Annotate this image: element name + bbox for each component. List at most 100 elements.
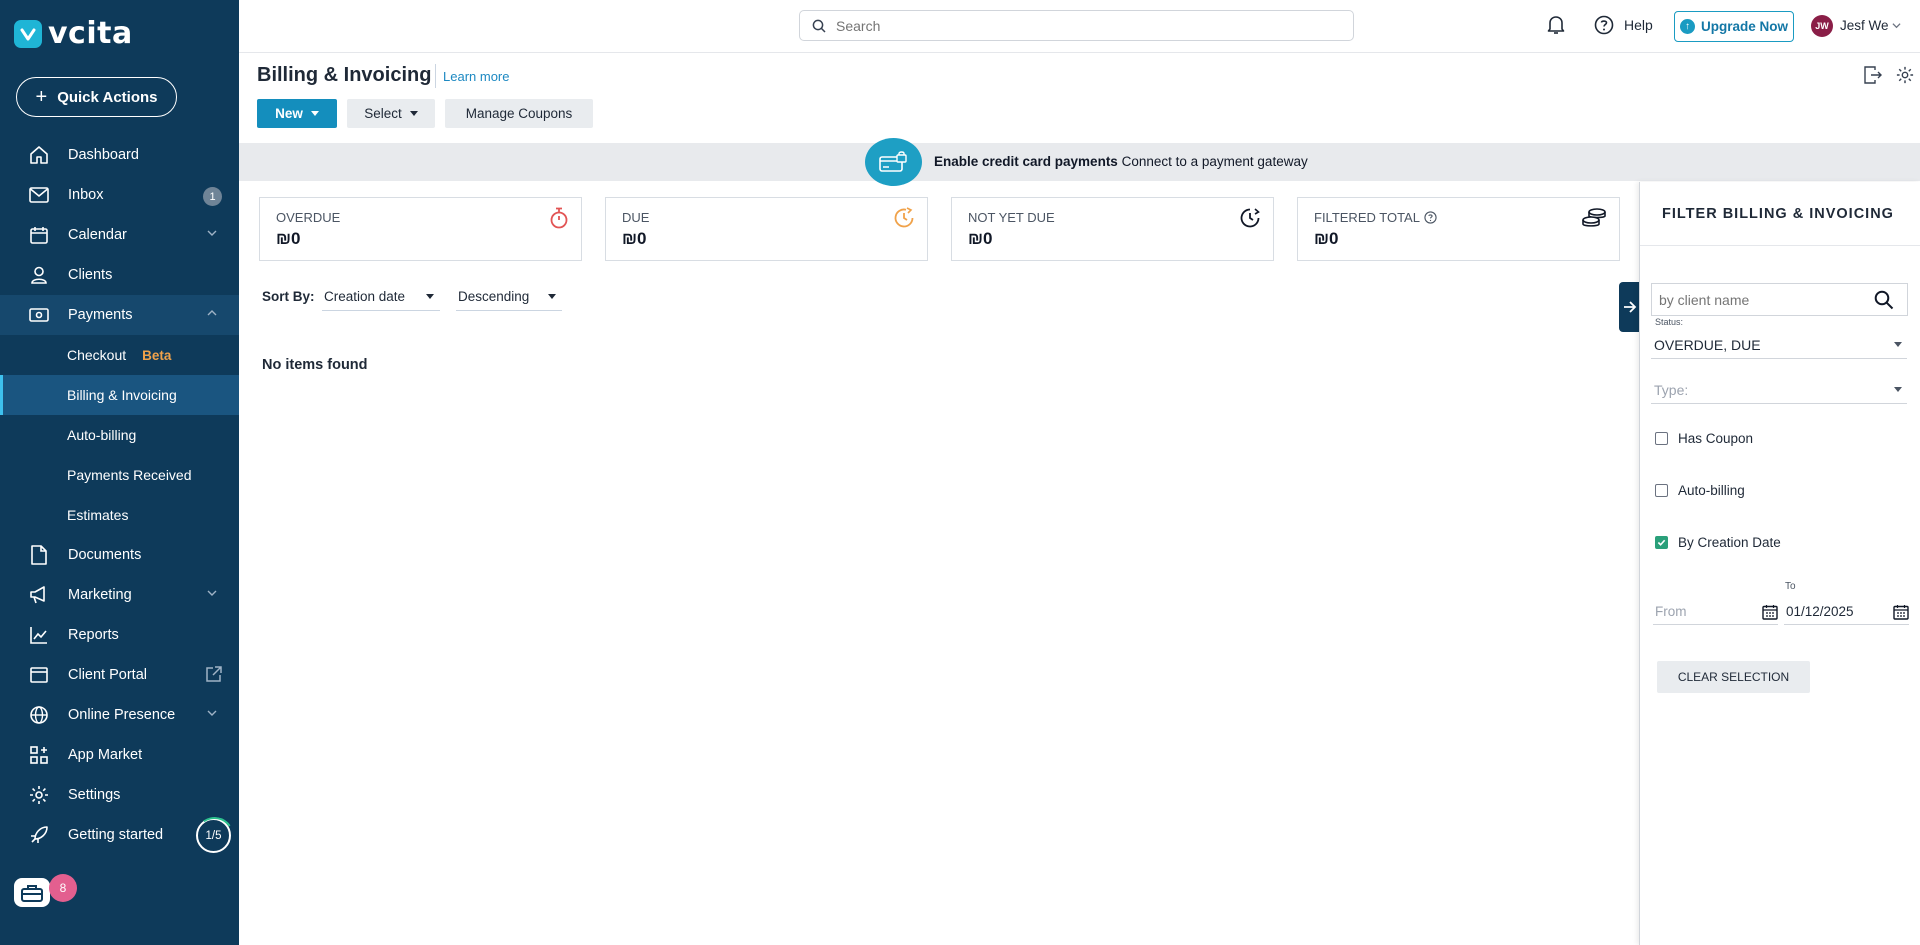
upgrade-now-button[interactable]: ↑ Upgrade Now [1674, 11, 1794, 42]
sidebar-subitem-auto-billing[interactable]: Auto-billing [0, 415, 239, 455]
search-input[interactable] [836, 17, 1316, 34]
to-date-field[interactable]: 01/12/2025 [1784, 599, 1909, 625]
mail-icon [28, 184, 50, 206]
coins-icon [1582, 208, 1606, 227]
quick-actions-button[interactable]: + Quick Actions [16, 77, 177, 117]
sidebar-subitem-estimates[interactable]: Estimates [0, 495, 239, 535]
bell-icon[interactable] [1547, 15, 1565, 35]
beta-tag: Beta [142, 347, 172, 363]
sidebar-item-documents[interactable]: Documents [0, 535, 239, 575]
search-icon [812, 19, 826, 33]
clear-selection-button[interactable]: CLEAR SELECTION [1657, 661, 1810, 693]
card-label-row: FILTERED TOTAL [1314, 210, 1603, 225]
manage-coupons-label: Manage Coupons [465, 106, 573, 121]
plus-icon: + [35, 86, 48, 108]
chevron-down-icon[interactable] [207, 708, 217, 718]
rocket-icon [28, 824, 50, 846]
logo-mark-icon [14, 19, 42, 48]
sidebar-item-label: Client Portal [68, 667, 147, 683]
calendar-icon[interactable] [1762, 604, 1778, 620]
sort-order-dropdown[interactable]: Descending [456, 283, 562, 311]
sidebar-item-app-market[interactable]: App Market [0, 735, 239, 775]
checkbox-box[interactable] [1655, 432, 1668, 445]
caret-down-icon [310, 111, 319, 116]
vcita-logo[interactable]: vcita [14, 16, 133, 51]
card-value: ₪0 [622, 229, 647, 248]
sidebar-item-client-portal[interactable]: Client Portal [0, 655, 239, 695]
by-creation-date-checkbox[interactable]: By Creation Date [1655, 535, 1781, 550]
overdue-card[interactable]: OVERDUE ₪0 [259, 197, 582, 261]
select-button[interactable]: Select [347, 99, 435, 128]
chevron-down-icon[interactable] [207, 588, 217, 598]
new-button[interactable]: New [257, 99, 337, 128]
client-name-input[interactable] [1659, 291, 1874, 308]
sidebar-subitem-billing-invoicing[interactable]: Billing & Invoicing [0, 375, 239, 415]
auto-billing-checkbox[interactable]: Auto-billing [1655, 483, 1745, 498]
quick-actions-label: Quick Actions [57, 88, 158, 106]
status-value: OVERDUE, DUE [1654, 336, 1761, 353]
avatar[interactable]: JW [1811, 15, 1833, 37]
checkbox-checked[interactable] [1655, 536, 1668, 549]
user-menu[interactable]: Jesf We [1840, 18, 1901, 33]
caret-down-icon [548, 294, 556, 299]
sidebar-item-payments[interactable]: Payments [0, 295, 239, 335]
has-coupon-checkbox[interactable]: Has Coupon [1655, 431, 1753, 446]
search-icon[interactable] [1874, 290, 1894, 310]
caret-down-icon [426, 294, 434, 299]
sidebar-item-reports[interactable]: Reports [0, 615, 239, 655]
chevron-down-icon[interactable] [207, 228, 217, 238]
toolbox-icon[interactable] [14, 878, 50, 907]
sidebar-item-getting-started[interactable]: Getting started 1/5 [0, 815, 239, 855]
sidebar-item-clients[interactable]: Clients [0, 255, 239, 295]
help-label: Help [1624, 17, 1653, 33]
sidebar-item-settings[interactable]: Settings [0, 775, 239, 815]
from-date-field[interactable]: From [1653, 599, 1778, 625]
learn-more-link[interactable]: Learn more [435, 64, 509, 88]
sidebar-item-marketing[interactable]: Marketing [0, 575, 239, 615]
sort-field-dropdown[interactable]: Creation date [322, 283, 440, 311]
apps-icon [28, 744, 50, 766]
help-button[interactable]: Help [1594, 15, 1653, 35]
not-yet-due-card[interactable]: NOT YET DUE ₪0 [951, 197, 1274, 261]
sidebar-subitem-payments-received[interactable]: Payments Received [0, 455, 239, 495]
sidebar-item-label: Calendar [68, 227, 127, 243]
stopwatch-icon [550, 207, 568, 229]
info-icon[interactable] [1424, 211, 1437, 224]
sidebar-item-online-presence[interactable]: Online Presence [0, 695, 239, 735]
status-select[interactable]: OVERDUE, DUE [1651, 331, 1907, 359]
sidebar-nav: Dashboard Inbox 1 Calendar Clients Payme… [0, 135, 239, 855]
sidebar-subitem-label: Billing & Invoicing [67, 387, 177, 403]
sidebar-item-dashboard[interactable]: Dashboard [0, 135, 239, 175]
sidebar-item-calendar[interactable]: Calendar [0, 215, 239, 255]
card-value: ₪0 [1314, 229, 1339, 248]
due-card[interactable]: DUE ₪0 [605, 197, 928, 261]
sidebar-item-inbox[interactable]: Inbox 1 [0, 175, 239, 215]
sidebar-subitem-checkout[interactable]: Checkout Beta [0, 335, 239, 375]
sidebar-item-label: Getting started [68, 827, 164, 843]
filtered-total-card[interactable]: FILTERED TOTAL ₪0 [1297, 197, 1620, 261]
export-icon[interactable] [1864, 66, 1882, 84]
payment-gateway-banner[interactable]: Enable credit card payments Connect to a… [239, 138, 1920, 186]
sidebar-item-label: Online Presence [68, 707, 176, 723]
new-label: New [275, 106, 303, 121]
banner-bold-text: Enable credit card payments [934, 154, 1118, 169]
calendar-icon[interactable] [1893, 604, 1909, 620]
type-select[interactable]: Type: [1651, 376, 1907, 404]
sidebar-subitem-label: Auto-billing [67, 427, 137, 443]
has-coupon-label: Has Coupon [1678, 431, 1754, 446]
getting-started-progress[interactable]: 1/5 [196, 818, 231, 853]
document-icon [28, 544, 50, 566]
chevron-up-icon[interactable] [207, 308, 217, 318]
manage-coupons-button[interactable]: Manage Coupons [445, 99, 593, 128]
to-date-value: 01/12/2025 [1786, 604, 1854, 619]
settings-gear-icon[interactable] [1896, 66, 1914, 84]
external-link-icon[interactable] [205, 665, 223, 683]
global-search[interactable] [799, 10, 1354, 41]
sidebar: vcita + Quick Actions Dashboard Inbox 1 … [0, 0, 239, 945]
client-name-search[interactable] [1651, 283, 1908, 316]
card-label: OVERDUE [276, 210, 341, 225]
checkbox-box[interactable] [1655, 484, 1668, 497]
collapse-filter-button[interactable] [1619, 282, 1640, 332]
logo-text: vcita [48, 16, 133, 51]
page-title: Billing & Invoicing [257, 64, 432, 86]
